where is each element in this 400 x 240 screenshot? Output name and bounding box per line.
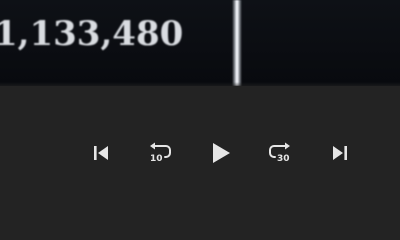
next-button[interactable] xyxy=(323,136,357,170)
media-player: 1,133,480 10 30 xyxy=(0,0,400,212)
play-icon xyxy=(213,143,230,163)
video-light-streak xyxy=(232,0,242,86)
rewind-10-button[interactable]: 10 xyxy=(143,136,177,170)
previous-button[interactable] xyxy=(84,136,118,170)
play-button[interactable] xyxy=(204,136,238,170)
forward-seconds-label: 30 xyxy=(277,154,290,164)
forward-30-button[interactable]: 30 xyxy=(263,136,297,170)
playback-control-bar: 10 30 xyxy=(0,86,400,212)
rewind-seconds-label: 10 xyxy=(150,154,163,164)
skip-next-icon xyxy=(333,146,347,160)
video-viewport[interactable]: 1,133,480 xyxy=(0,0,400,86)
skip-previous-icon xyxy=(94,146,108,160)
video-overlay-text: 1,133,480 xyxy=(0,14,184,54)
